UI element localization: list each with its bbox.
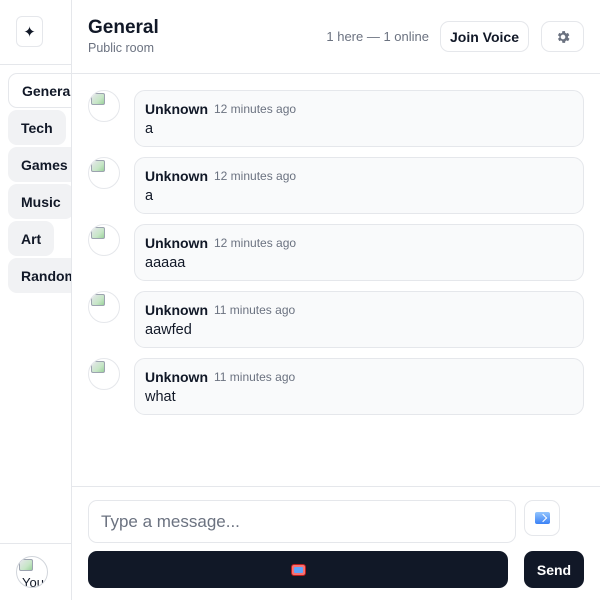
list-item: Unknown 12 minutes ago aaaaa: [88, 224, 584, 281]
page-title: General: [88, 17, 159, 38]
message-text: a: [145, 121, 154, 137]
gear-icon: [557, 30, 569, 43]
attach-image-button[interactable]: [524, 500, 560, 536]
list-item: Unknown 12 minutes ago a: [88, 90, 584, 147]
message-author: Unknown: [145, 369, 208, 385]
presence-status: 1 here — 1 online: [326, 29, 429, 44]
message-time: 12 minutes ago: [214, 102, 297, 116]
channel-tech[interactable]: Tech: [8, 110, 66, 145]
message-bubble: Unknown 12 minutes ago a: [134, 157, 584, 214]
broken-image-icon: [91, 361, 105, 373]
sparkle-icon[interactable]: ✦: [16, 16, 43, 47]
broken-image-icon: [91, 93, 105, 105]
list-item: Unknown 11 minutes ago what: [88, 358, 584, 415]
message-input[interactable]: [88, 500, 516, 543]
avatar[interactable]: [88, 291, 120, 323]
channel-random[interactable]: Random: [8, 258, 71, 293]
message-bubble: Unknown 11 minutes ago what: [134, 358, 584, 415]
channel-art[interactable]: Art: [8, 221, 55, 256]
user-avatar-alt: You: [22, 575, 44, 588]
avatar[interactable]: [88, 157, 120, 189]
list-item: Unknown 11 minutes ago aawfed: [88, 291, 584, 348]
message-bubble: Unknown 11 minutes ago aawfed: [134, 291, 584, 348]
message-bubble: Unknown 12 minutes ago aaaaa: [134, 224, 584, 281]
channel-music[interactable]: Music: [8, 184, 71, 219]
message-author: Unknown: [145, 101, 208, 117]
sidebar: ✦ General Tech Games Music Art Random Yo…: [0, 0, 72, 600]
broken-image-icon: [91, 160, 105, 172]
settings-button[interactable]: [541, 21, 584, 52]
message-time: 11 minutes ago: [214, 303, 296, 317]
join-voice-button[interactable]: Join Voice: [440, 21, 529, 52]
record-button[interactable]: [88, 551, 508, 588]
avatar[interactable]: [88, 358, 120, 390]
message-text: what: [145, 389, 176, 405]
send-button[interactable]: Send: [524, 551, 584, 588]
room-subtitle: Public room: [88, 41, 154, 55]
divider: [0, 543, 71, 544]
channel-general[interactable]: General: [8, 73, 71, 108]
list-item: Unknown 12 minutes ago a: [88, 157, 584, 214]
message-text: aawfed: [145, 322, 192, 338]
avatar[interactable]: [88, 90, 120, 122]
message-time: 12 minutes ago: [214, 236, 297, 250]
broken-image-icon: [19, 559, 33, 571]
message-list[interactable]: Unknown 12 minutes ago a Unknown 12 minu…: [72, 74, 600, 486]
user-avatar[interactable]: You: [16, 556, 48, 588]
channel-games[interactable]: Games: [8, 147, 71, 182]
television-icon: [290, 563, 306, 576]
room-header: General Public room 1 here — 1 online Jo…: [72, 0, 600, 74]
divider: [0, 64, 71, 65]
message-bubble: Unknown 12 minutes ago a: [134, 90, 584, 147]
message-text: a: [145, 188, 154, 204]
image-upload-icon: [534, 512, 550, 524]
message-time: 11 minutes ago: [214, 370, 296, 384]
message-text: aaaaa: [145, 255, 186, 271]
message-author: Unknown: [145, 168, 208, 184]
avatar[interactable]: [88, 224, 120, 256]
broken-image-icon: [91, 227, 105, 239]
composer: Send: [72, 486, 600, 600]
broken-image-icon: [91, 294, 105, 306]
message-author: Unknown: [145, 235, 208, 251]
channel-list: General Tech Games Music Art Random: [8, 73, 71, 295]
message-author: Unknown: [145, 302, 208, 318]
message-time: 12 minutes ago: [214, 169, 297, 183]
